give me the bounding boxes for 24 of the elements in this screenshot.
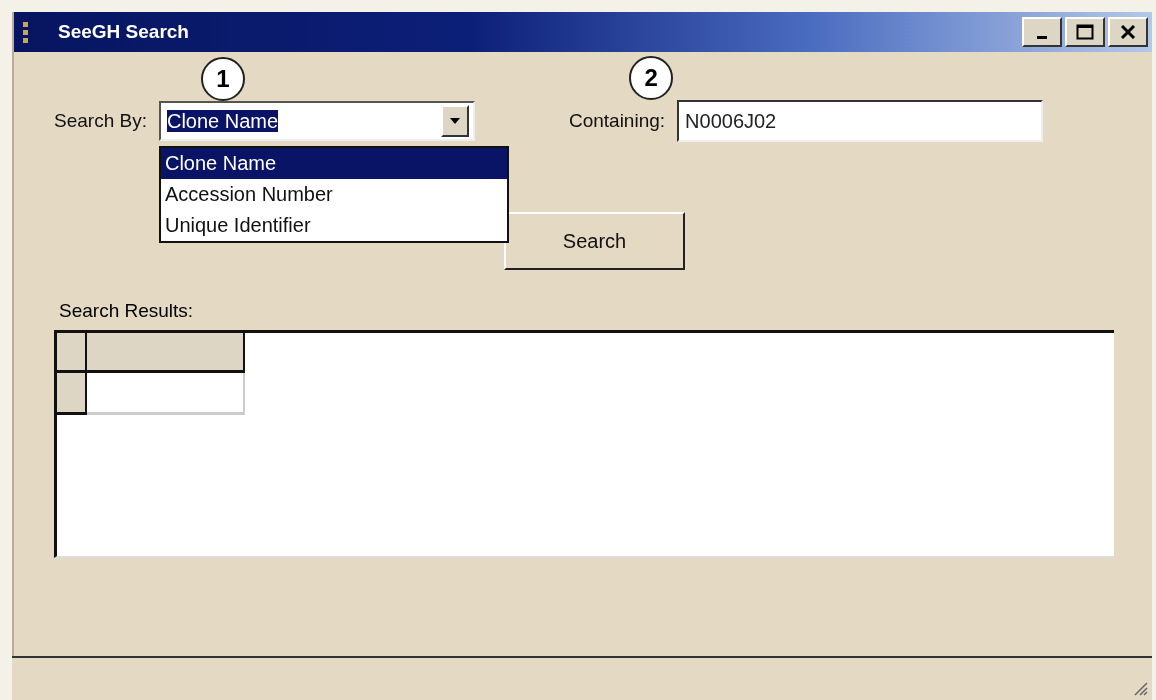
- dropdown-option[interactable]: Clone Name: [160, 148, 507, 179]
- containing-label: Containing:: [568, 110, 666, 132]
- maximize-button[interactable]: [1065, 17, 1105, 47]
- grip-icon: [22, 20, 30, 44]
- window-title: SeeGH Search: [58, 21, 190, 43]
- row-header[interactable]: [57, 373, 87, 415]
- search-button[interactable]: Search: [504, 212, 685, 270]
- search-by-dropdown[interactable]: Clone Name: [158, 101, 475, 141]
- grid-corner-cell: [57, 333, 87, 373]
- resize-grip-icon[interactable]: [1132, 680, 1148, 696]
- callout-marker: 1: [200, 57, 245, 101]
- callout-marker: 2: [629, 56, 674, 100]
- column-header[interactable]: [87, 333, 245, 373]
- close-icon: [1120, 25, 1136, 39]
- minimize-button[interactable]: [1022, 17, 1062, 47]
- containing-field[interactable]: N0006J02: [677, 100, 1044, 142]
- close-button[interactable]: [1108, 17, 1148, 47]
- dropdown-value: Clone Name: [166, 109, 279, 132]
- dropdown-arrow-button[interactable]: [440, 105, 469, 137]
- search-by-label: Search By:: [54, 110, 147, 132]
- maximize-icon: [1076, 24, 1094, 40]
- caret-down-icon: [448, 117, 461, 125]
- search-results-label: Search Results:: [59, 300, 194, 322]
- minimize-icon: [1037, 35, 1047, 39]
